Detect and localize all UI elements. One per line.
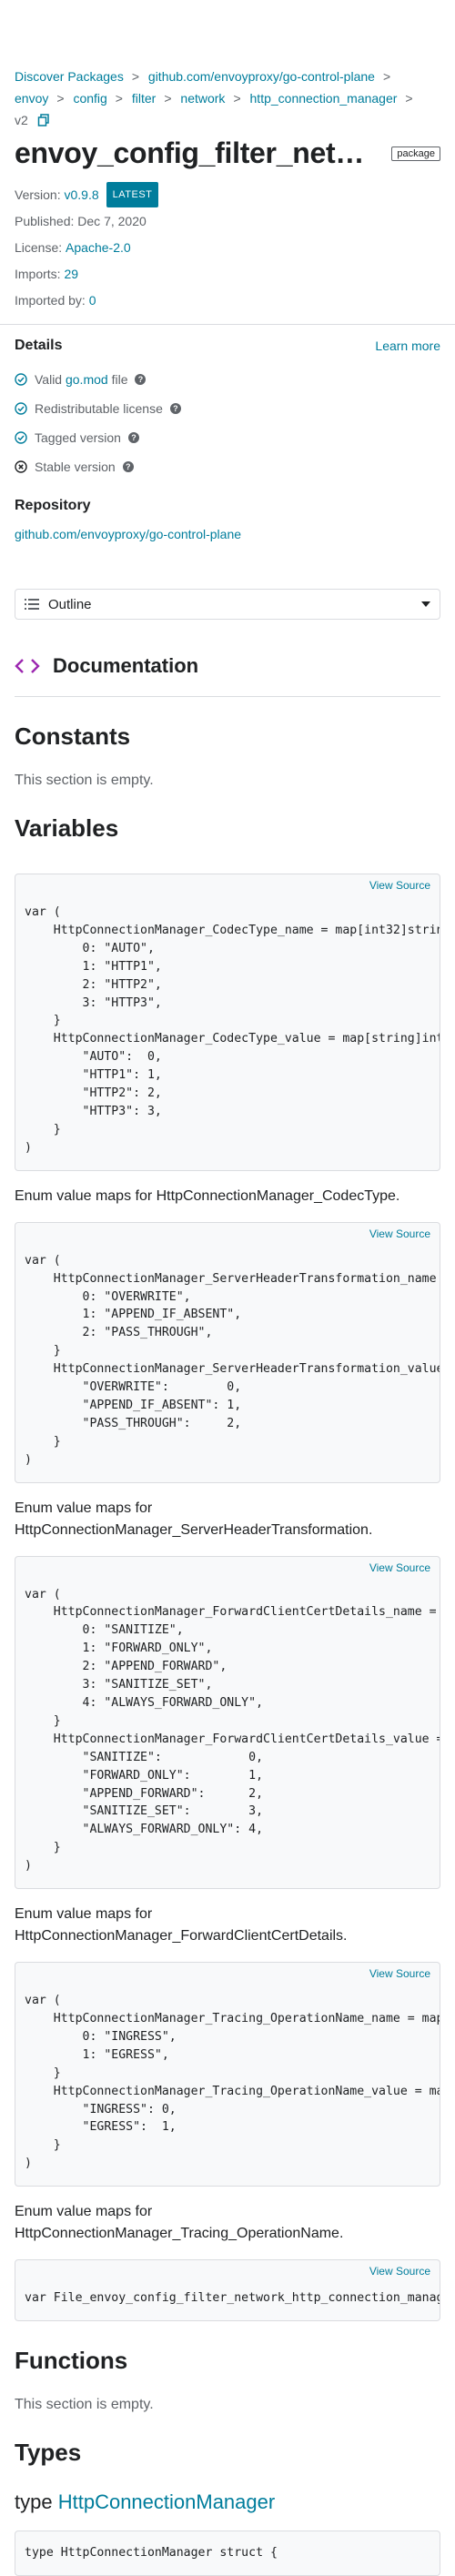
- code-snippet: var File_envoy_config_filter_network_htt…: [25, 2291, 440, 2306]
- code-snippet: var ( HttpConnectionManager_Tracing_Oper…: [25, 1994, 440, 2171]
- breadcrumb: Discover Packages > github.com/envoyproxy…: [15, 69, 413, 127]
- published-date: Dec 7, 2020: [77, 213, 147, 228]
- variable-description: Enum value maps for HttpConnectionManage…: [15, 1187, 400, 1204]
- repository-title: Repository: [15, 498, 91, 513]
- variable-description: Enum value maps for HttpConnectionManage…: [15, 2204, 344, 2242]
- page-title: envoy_config_filter_networ…: [15, 136, 379, 169]
- imported-by-link[interactable]: 0: [89, 289, 96, 311]
- repository-link[interactable]: github.com/envoyproxy/go-control-plane: [15, 527, 440, 541]
- breadcrumb-current: v2: [15, 113, 28, 127]
- gomod-link[interactable]: go.mod: [66, 372, 108, 387]
- help-icon[interactable]: ?: [127, 432, 139, 443]
- caret-down-icon: [421, 601, 430, 607]
- variables-title: Variables: [15, 814, 119, 842]
- breadcrumb-http-connection-manager[interactable]: http_connection_manager: [250, 91, 398, 106]
- code-snippet: var ( HttpConnectionManager_ForwardClien…: [25, 1587, 440, 1874]
- outline-label: Outline: [48, 596, 92, 612]
- breadcrumb-envoy[interactable]: envoy: [15, 91, 48, 106]
- check-circle-icon: [15, 431, 27, 444]
- constants-title: Constants: [15, 722, 131, 750]
- code-block: View Source var ( HttpConnectionManager_…: [15, 874, 440, 1171]
- detail-valid-gomod: Valid go.mod file ?: [15, 365, 440, 394]
- breadcrumb-network[interactable]: network: [180, 91, 225, 106]
- help-icon[interactable]: ?: [169, 403, 181, 414]
- variable-description: Enum value maps for HttpConnectionManage…: [15, 1906, 348, 1945]
- latest-badge: LATEST: [106, 181, 159, 207]
- check-circle-icon: [15, 402, 27, 415]
- help-icon[interactable]: ?: [135, 374, 147, 385]
- detail-redistributable: Redistributable license ?: [15, 394, 440, 423]
- functions-title: Functions: [15, 2347, 128, 2375]
- view-source-link[interactable]: View Source: [369, 1227, 430, 1240]
- breadcrumb-filter[interactable]: filter: [132, 91, 156, 106]
- breadcrumb-discover[interactable]: Discover Packages: [15, 69, 124, 84]
- breadcrumb-config[interactable]: config: [73, 91, 106, 106]
- list-icon: [25, 599, 39, 610]
- cross-circle-icon: [15, 460, 27, 473]
- imports-link[interactable]: 29: [64, 263, 78, 285]
- learn-more-link[interactable]: Learn more: [375, 338, 440, 353]
- package-meta: Version: v0.9.8 LATEST Published: Dec 7,…: [15, 181, 440, 313]
- version-link[interactable]: v0.9.8: [64, 184, 98, 206]
- code-block: View Source var ( HttpConnectionManager_…: [15, 1962, 440, 2187]
- code-snippet: type HttpConnectionManager struct {: [25, 2546, 278, 2561]
- license-link[interactable]: Apache-2.0: [66, 237, 131, 258]
- documentation-title: Documentation: [53, 654, 199, 677]
- detail-stable: Stable version ?: [15, 452, 440, 481]
- code-block: View Source var File_envoy_config_filter…: [15, 2259, 440, 2322]
- types-title: Types: [15, 2439, 82, 2467]
- help-icon[interactable]: ?: [122, 461, 134, 472]
- view-source-link[interactable]: View Source: [369, 2265, 430, 2278]
- outline-select[interactable]: Outline: [15, 589, 440, 620]
- code-snippet: var ( HttpConnectionManager_CodecType_na…: [25, 905, 440, 1155]
- copy-icon[interactable]: [37, 111, 50, 126]
- constants-empty: This section is empty.: [15, 773, 154, 788]
- functions-empty: This section is empty.: [15, 2397, 154, 2413]
- code-block: View Source var ( HttpConnectionManager_…: [15, 1555, 440, 1890]
- documentation-header: Documentation: [15, 654, 440, 697]
- details-section: Details Learn more Valid go.mod file ? R…: [15, 325, 440, 541]
- variable-description: Enum value maps for HttpConnectionManage…: [15, 1500, 373, 1538]
- code-block: type HttpConnectionManager struct {: [15, 2531, 440, 2576]
- view-source-link[interactable]: View Source: [369, 1967, 430, 1980]
- code-snippet: var ( HttpConnectionManager_ServerHeader…: [25, 1253, 440, 1467]
- detail-tagged: Tagged version ?: [15, 423, 440, 452]
- code-brackets-icon: [15, 659, 40, 673]
- package-badge: package: [391, 146, 440, 161]
- code-block: View Source var ( HttpConnectionManager_…: [15, 1221, 440, 1483]
- view-source-link[interactable]: View Source: [369, 1561, 430, 1574]
- view-source-link[interactable]: View Source: [369, 879, 430, 892]
- type-heading: type HttpConnectionManager: [15, 2490, 276, 2514]
- breadcrumb-module[interactable]: github.com/envoyproxy/go-control-plane: [148, 69, 375, 84]
- check-circle-icon: [15, 373, 27, 386]
- details-title: Details: [15, 338, 63, 353]
- type-link[interactable]: HttpConnectionManager: [58, 2490, 275, 2513]
